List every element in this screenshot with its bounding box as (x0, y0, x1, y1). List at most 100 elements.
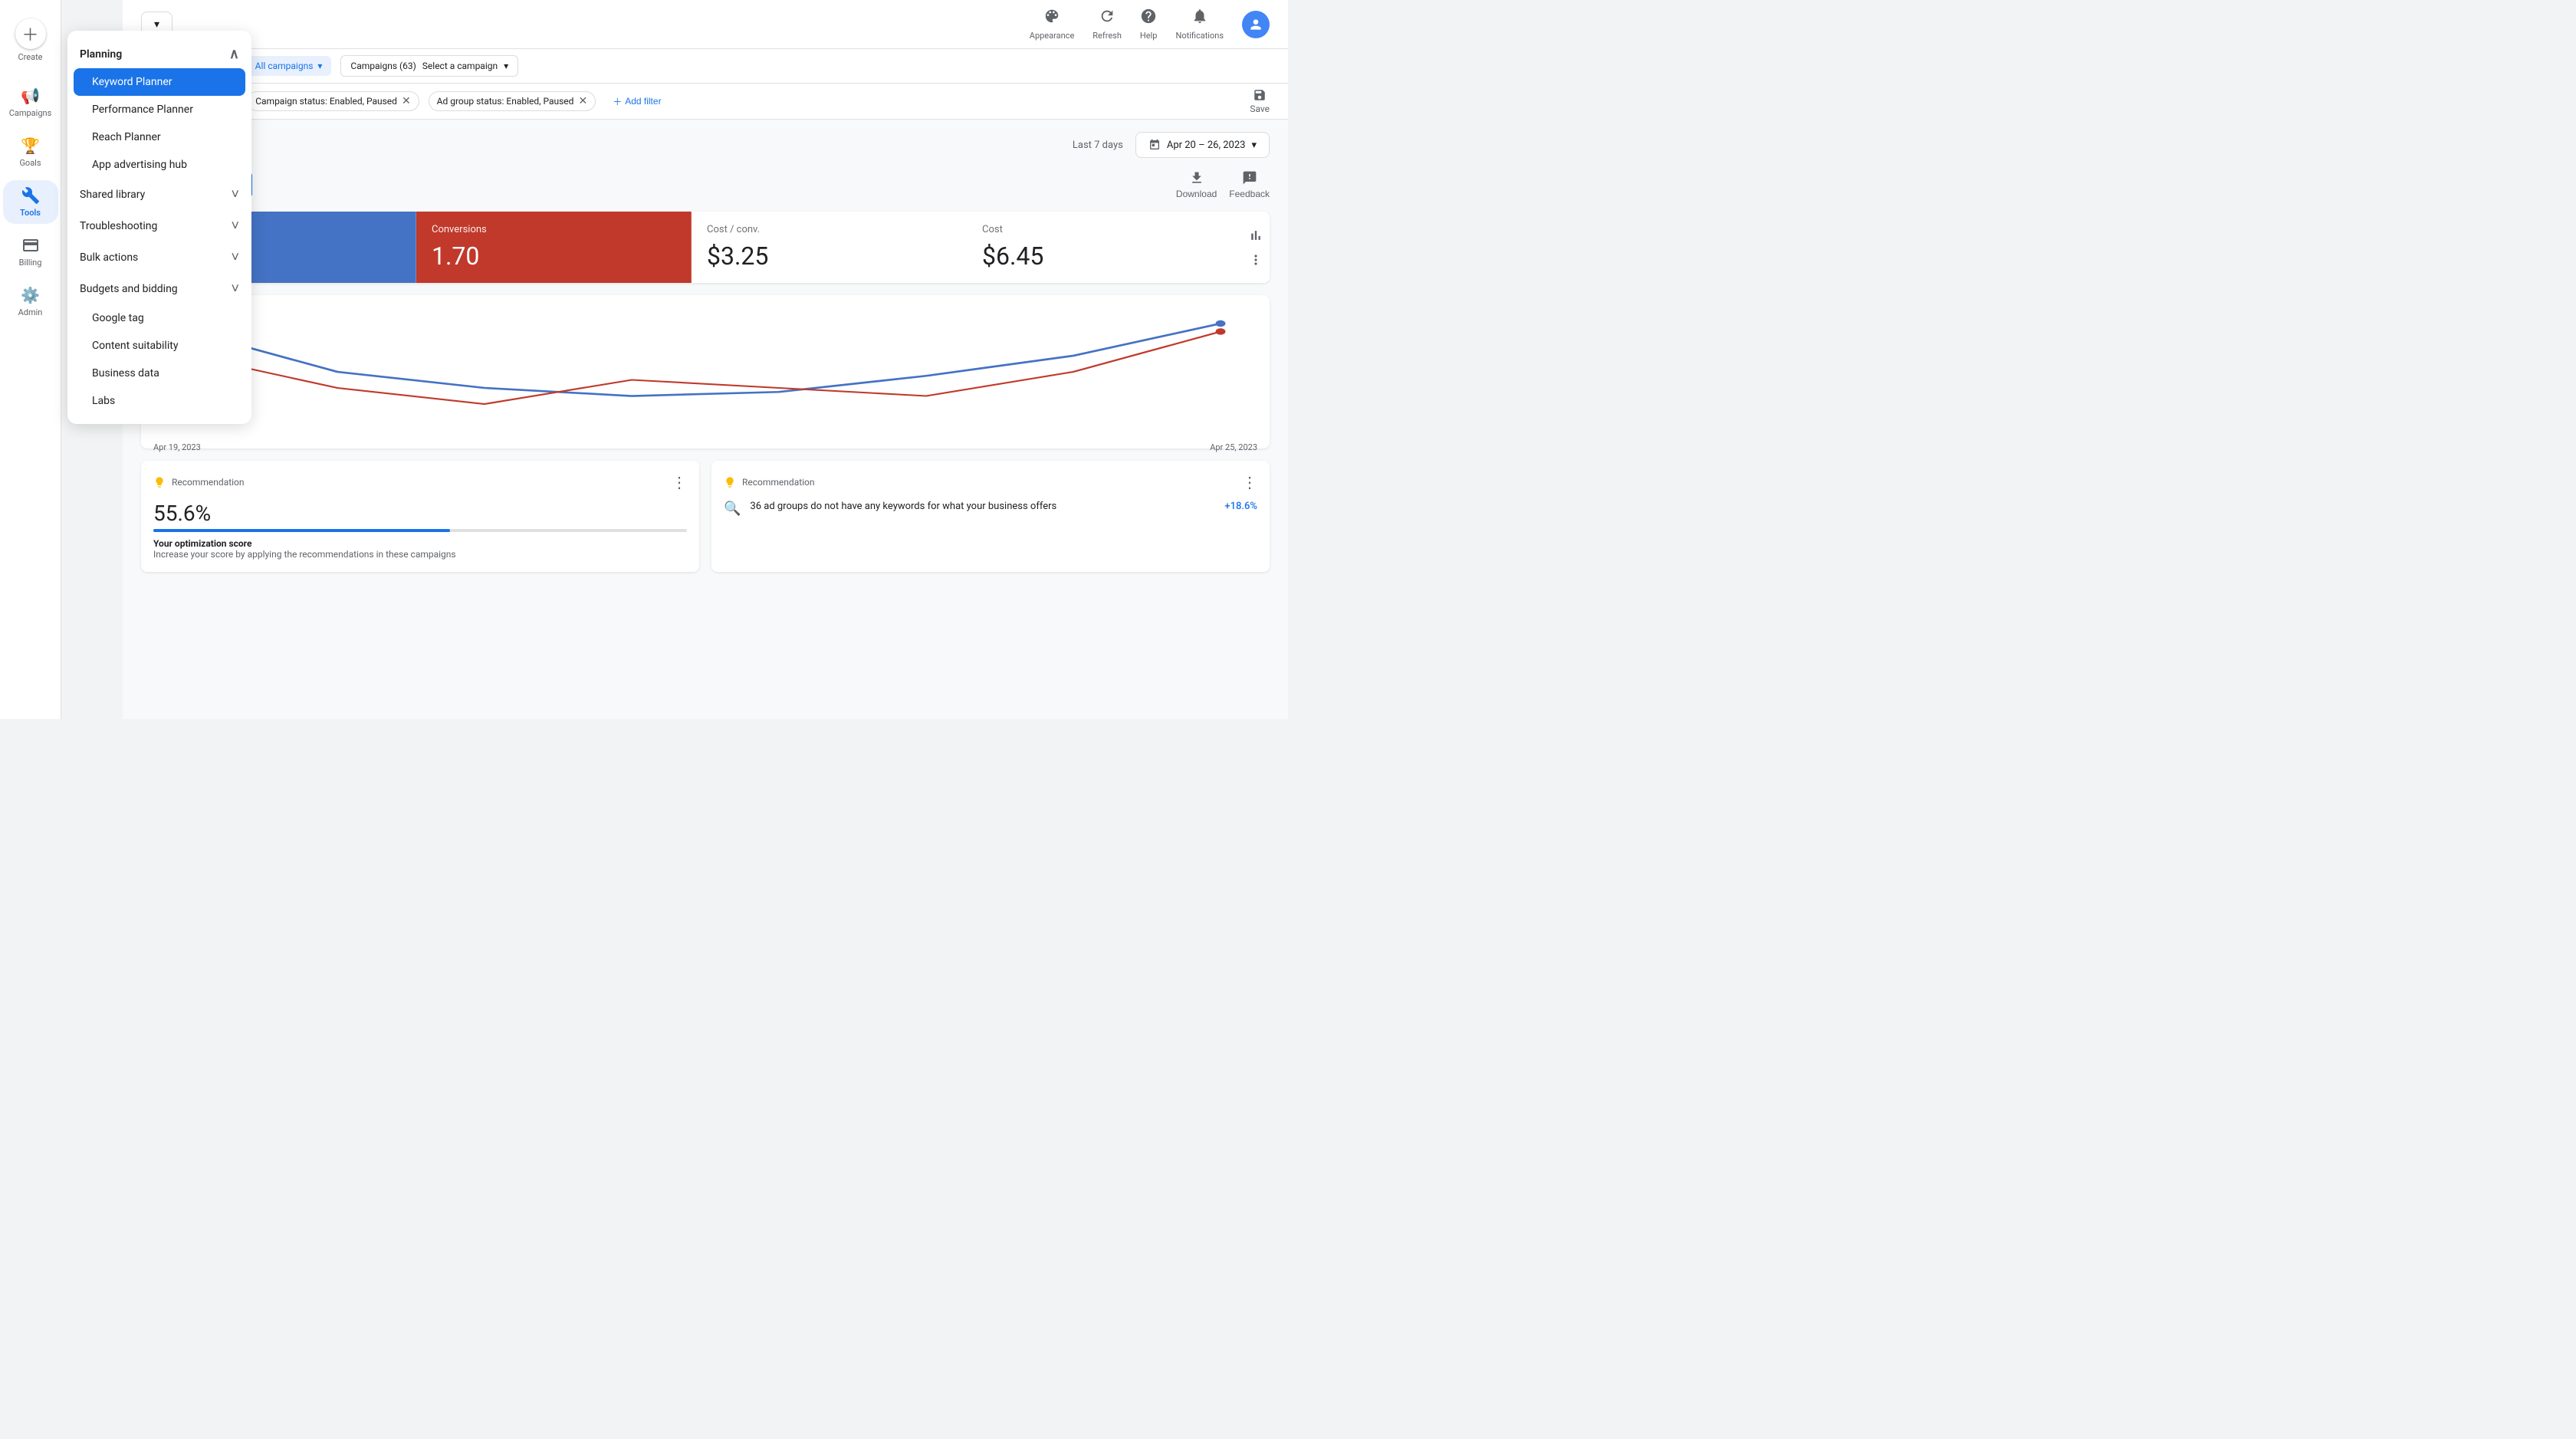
flyout-item-content-suitability[interactable]: Content suitability (74, 332, 245, 360)
rec-score-1: 55.6% (153, 501, 687, 526)
recommendation-row: Recommendation ⋮ 55.6% Your optimization… (141, 461, 1270, 572)
notifications-action[interactable]: Notifications (1175, 8, 1224, 41)
campaigns-count: Campaigns (63) (350, 61, 416, 71)
chart-svg (153, 307, 1257, 436)
metric-card-conversions[interactable]: Conversions 1.70 (416, 212, 692, 283)
lightbulb-icon-2 (724, 476, 736, 488)
bulk-actions-chevron: ˅ (231, 249, 239, 265)
flyout-item-labs[interactable]: Labs (74, 387, 245, 415)
tools-icon (21, 186, 40, 205)
more-options-icon[interactable] (1248, 252, 1263, 268)
add-filter-label: Add filter (625, 96, 661, 107)
flyout-item-bulk-actions[interactable]: Bulk actions ˅ (67, 241, 251, 273)
calendar-icon (1148, 139, 1161, 151)
metric-card-cost[interactable]: Cost $6.45 (967, 212, 1242, 283)
rec-title-text-1: Your optimization score (153, 538, 251, 549)
rec-search-icon: 🔍 (724, 501, 741, 517)
toolbar-right: Appearance Refresh (1030, 8, 1270, 41)
notifications-label: Notifications (1175, 31, 1224, 41)
flyout-item-reach-planner[interactable]: Reach Planner (74, 123, 245, 151)
flyout-item-budgets-and-bidding[interactable]: Budgets and bidding ˅ (67, 273, 251, 304)
metrics-row: Clicks 39.7K Conversions 1.70 Cost / con… (141, 212, 1270, 283)
rec-title-area-1: Recommendation (153, 476, 245, 488)
troubleshooting-label: Troubleshooting (80, 220, 157, 232)
metric-card-cost-conv[interactable]: Cost / conv. $3.25 (692, 212, 967, 283)
flyout-item-business-data[interactable]: Business data (74, 360, 245, 387)
shared-library-chevron: ˅ (231, 186, 239, 202)
rec-more-1[interactable]: ⋮ (672, 473, 687, 491)
shared-library-label: Shared library (80, 189, 145, 201)
flyout-item-app-advertising-hub[interactable]: App advertising hub (74, 151, 245, 179)
filter-bar: Workspace (2 filters) All campaigns ▾ Ca… (123, 49, 1288, 84)
chart-x-start: Apr 19, 2023 (153, 442, 201, 452)
flyout-section-title: Planning (80, 48, 122, 61)
chart-x-labels: Apr 19, 2023 Apr 25, 2023 (153, 439, 1257, 455)
filter-chip-adgroup-status[interactable]: Ad group status: Enabled, Paused ✕ (429, 91, 596, 111)
campaign-selector[interactable]: Campaigns (63) Select a campaign ▾ (340, 55, 518, 77)
date-range-selector[interactable]: Apr 20 – 26, 2023 ▾ (1135, 132, 1270, 158)
flyout-item-keyword-planner[interactable]: Keyword Planner (74, 68, 245, 96)
budgets-and-bidding-chevron: ˅ (231, 281, 239, 297)
filter-chip-adgroup-status-label: Ad group status: Enabled, Paused (437, 96, 574, 107)
feedback-button[interactable]: Feedback (1229, 170, 1270, 199)
filter-chip-adgroup-status-remove[interactable]: ✕ (578, 95, 587, 107)
recommendation-card-2: Recommendation ⋮ 🔍 36 ad groups do not h… (711, 461, 1270, 572)
flyout-panel: Planning ∧ Keyword Planner Performance P… (67, 31, 251, 424)
sidebar-item-billing[interactable]: Billing (3, 230, 58, 274)
troubleshooting-chevron: ˅ (231, 218, 239, 234)
sidebar-item-admin-label: Admin (18, 307, 43, 317)
chart-area: 2 1 0 Apr 19, 2023 Apr 25 (141, 295, 1270, 448)
filter-chip-campaign-status[interactable]: Campaign status: Enabled, Paused ✕ (247, 91, 419, 111)
download-button[interactable]: Download (1176, 170, 1217, 199)
sidebar-item-goals[interactable]: 🏆 Goals (3, 130, 58, 174)
user-avatar[interactable] (1242, 11, 1270, 38)
campaign-dropdown-icon: ▾ (504, 61, 508, 71)
overview-header: Overview Last 7 days Apr 20 – 26, 2023 ▾ (141, 132, 1270, 158)
rec-description-2: 36 ad groups do not have any keywords fo… (750, 501, 1056, 512)
appearance-icon (1043, 8, 1060, 29)
sidebar-item-tools[interactable]: Tools (3, 180, 58, 224)
refresh-icon (1099, 8, 1116, 29)
conversions-label: Conversions (432, 224, 675, 235)
metrics-icon[interactable] (1248, 228, 1263, 243)
help-icon (1140, 8, 1157, 29)
sidebar-item-tools-label: Tools (20, 208, 41, 218)
sidebar-item-campaigns[interactable]: 📢 Campaigns (3, 80, 58, 124)
help-action[interactable]: Help (1140, 8, 1158, 41)
last-days-label: Last 7 days (1073, 140, 1123, 151)
save-icon (1253, 88, 1267, 102)
action-row: + New campaign Download Feedback (141, 170, 1270, 199)
cost-label: Cost (982, 224, 1226, 235)
sidebar-item-billing-label: Billing (19, 258, 42, 268)
rec-pct-2: +18.6% (1224, 501, 1257, 512)
refresh-action[interactable]: Refresh (1092, 8, 1122, 41)
flyout-item-troubleshooting[interactable]: Troubleshooting ˅ (67, 210, 251, 241)
create-button[interactable]: ＋ Create (6, 12, 55, 68)
filter-chip-campaign-status-remove[interactable]: ✕ (402, 95, 411, 107)
flyout-item-shared-library[interactable]: Shared library ˅ (67, 179, 251, 210)
appearance-action[interactable]: Appearance (1030, 8, 1075, 41)
flyout-section-header: Planning ∧ (67, 40, 251, 68)
account-selector-arrow: ▾ (154, 18, 159, 31)
sidebar-item-admin[interactable]: ⚙️ Admin (3, 280, 58, 324)
rec-more-2[interactable]: ⋮ (1242, 473, 1257, 491)
campaigns-icon: 📢 (21, 87, 40, 105)
download-label: Download (1176, 189, 1217, 199)
sidebar-item-goals-label: Goals (19, 158, 41, 168)
budgets-and-bidding-label: Budgets and bidding (80, 283, 178, 295)
conversions-value: 1.70 (432, 241, 675, 271)
save-label: Save (1250, 103, 1270, 114)
add-filter-button[interactable]: ＋ Add filter (605, 92, 669, 111)
download-icon (1189, 170, 1204, 186)
sidebar-icons: ＋ Create 📢 Campaigns 🏆 Goals Tools (0, 0, 61, 719)
app-container: ＋ Create 📢 Campaigns 🏆 Goals Tools (0, 0, 1288, 719)
rec-header-1: Recommendation ⋮ (153, 473, 687, 491)
rec-progress-fill-1 (153, 529, 450, 532)
flyout-item-performance-planner[interactable]: Performance Planner (74, 96, 245, 123)
rec-desc-text-1: Increase your score by applying the reco… (153, 549, 456, 560)
rec-header-2: Recommendation ⋮ (724, 473, 1257, 491)
admin-icon: ⚙️ (21, 286, 40, 304)
flyout-item-google-tag[interactable]: Google tag (74, 304, 245, 332)
top-toolbar: ▾ Appearance (123, 0, 1288, 49)
save-button[interactable]: Save (1250, 88, 1270, 114)
